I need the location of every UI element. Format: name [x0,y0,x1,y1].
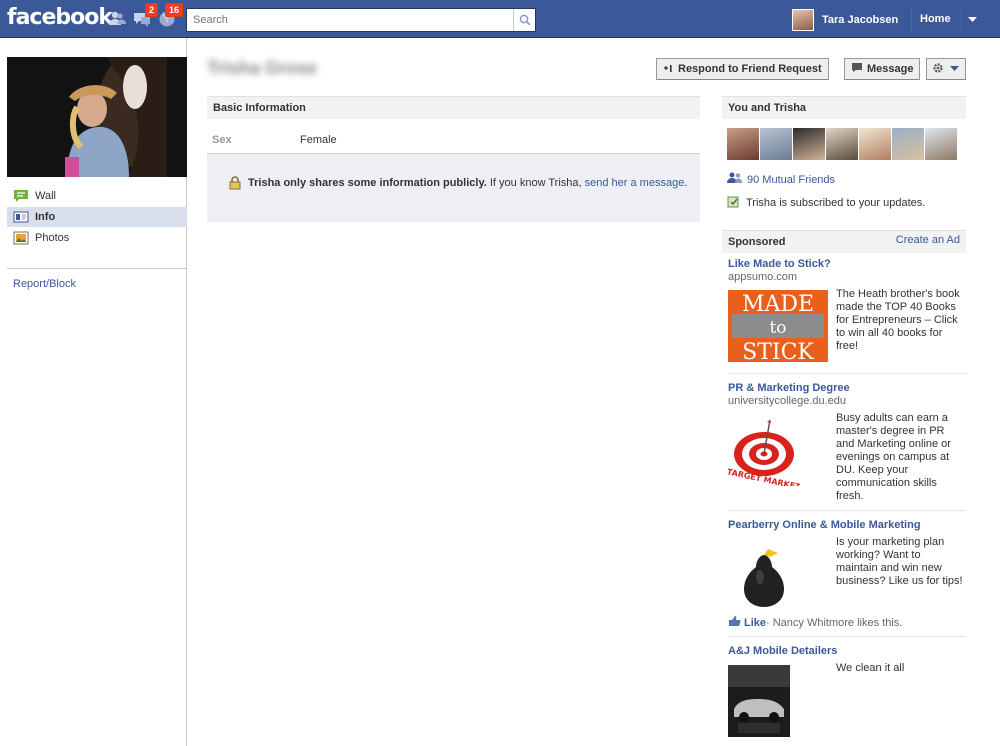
ad-title[interactable]: Like Made to Stick? [728,258,966,270]
info-icon [13,209,29,225]
user-name: Tara Jacobsen [822,14,899,26]
sponsored-label: Sponsored [728,236,786,248]
like-button[interactable]: Like [744,617,766,629]
ad-image-text: STICK [742,340,814,362]
search-button[interactable] [513,9,535,31]
friend-thumbnail[interactable] [925,128,957,160]
messages-icon[interactable]: 2 [132,3,158,29]
sex-value: Female [300,134,337,146]
friend-thumbnail[interactable] [859,128,891,160]
mutual-friends-link[interactable]: 90 Mutual Friends [747,174,835,186]
privacy-notice-bold: Trisha only shares some information publ… [248,177,487,189]
settings-dropdown-button[interactable] [926,58,966,80]
you-and-trisha-header: You and Trisha [722,96,966,119]
friend-thumbnail[interactable] [793,128,825,160]
divider [728,636,966,637]
ad-body: Busy adults can earn a master's degree i… [836,412,951,502]
friend-thumbnail[interactable] [760,128,792,160]
ad-domain: appsumo.com [728,271,798,283]
top-navigation-bar: facebook 2 16 Tara Jacobsen Home [0,0,1000,38]
chevron-down-icon [950,63,959,75]
sidebar-item-wall[interactable]: Wall [7,186,187,206]
ad-body: We clean it all [836,662,905,674]
message-button[interactable]: Message [844,58,921,80]
profile-picture[interactable] [7,57,187,177]
home-link[interactable]: Home [920,13,951,25]
ad-pr-marketing-degree[interactable]: PR & Marketing Degree universitycollege.… [726,382,966,512]
friend-requests-icon[interactable] [107,9,127,29]
message-icon [851,62,863,76]
divider [7,268,187,269]
friend-thumbnail[interactable] [826,128,858,160]
ad-made-to-stick[interactable]: Like Made to Stick? appsumo.com MADE to … [728,258,966,370]
page-title: Trisha Grose [207,58,318,78]
respond-to-friend-request-button[interactable]: Respond to Friend Request [656,58,829,80]
ad-image-text: MADE [742,292,814,317]
respond-button-label: Respond to Friend Request [678,63,822,75]
gear-icon [932,62,944,77]
divider [911,8,912,32]
sex-label: Sex [212,134,232,146]
create-an-ad-link[interactable]: Create an Ad [896,234,960,246]
ad-body: The Heath brother's book made the TOP 40… [836,288,960,352]
ad-aj-mobile-detailers[interactable]: A&J Mobile Detailers We clean it all [728,645,966,746]
like-social-context: · Nancy Whitmore likes this. [766,616,903,629]
divider [728,510,966,511]
subscribe-icon [727,194,741,211]
privacy-notice-end: . [684,177,688,189]
basic-information-header: Basic Information [207,96,700,119]
notifications-globe-icon[interactable]: 16 [157,3,183,29]
ad-body: Is your marketing plan working? Want to … [836,536,963,587]
divider [728,373,966,374]
user-profile-link[interactable]: Tara Jacobsen [792,9,898,31]
mutual-friends-thumbnails [727,128,958,160]
sidebar-item-label: Info [35,211,56,223]
sidebar-item-label: Wall [35,190,56,202]
ad-image-text: to [769,318,786,338]
privacy-notice-text: If you know Trisha, [486,177,585,189]
ad-title[interactable]: Pearberry Online & Mobile Marketing [728,519,966,531]
report-block-link[interactable]: Report/Block [13,278,76,290]
avatar [792,9,814,31]
search-icon [519,14,530,26]
ad-image-pearberry[interactable] [728,539,800,611]
facebook-logo[interactable]: facebook [7,5,113,30]
ad-domain: universitycollege.du.edu [728,395,847,407]
friend-thumbnail[interactable] [727,128,759,160]
search-input[interactable] [187,9,513,31]
sidebar-item-photos[interactable]: Photos [7,228,187,248]
ad-image-car-detailing[interactable] [728,665,790,737]
ad-title[interactable]: PR & Marketing Degree [728,382,966,394]
ad-pearberry[interactable]: Pearberry Online & Mobile Marketing Is y… [728,519,966,611]
ad-image-made-to-stick[interactable]: MADE to STICK [728,290,828,365]
sidebar-item-info[interactable]: Info [7,207,187,227]
ad-like-line: Like · Nancy Whitmore likes this. [728,615,902,630]
subscription-text: Trisha is subscribed to your updates. [746,196,926,209]
thumbs-up-icon[interactable] [728,615,741,630]
search-box [186,8,536,32]
left-sidebar: Wall Info Photos Report/Block [0,38,187,746]
account-menu-chevron-down-icon[interactable] [962,11,982,29]
lock-icon [227,176,243,193]
friends-icon [727,172,743,187]
send-message-link[interactable]: send her a message [585,177,685,189]
privacy-notice: Trisha only shares some information publ… [207,153,700,222]
ad-title[interactable]: A&J Mobile Detailers [728,645,966,657]
photos-icon [13,230,29,246]
subscription-status: Trisha is subscribed to your updates. [727,194,925,211]
mutual-friends-row[interactable]: 90 Mutual Friends [727,172,835,187]
friend-thumbnail[interactable] [892,128,924,160]
sidebar-item-label: Photos [35,232,70,244]
message-button-label: Message [867,63,914,75]
ad-image-target[interactable]: TARGET MARKET [726,414,802,492]
add-friend-icon [663,63,674,76]
notifications-badge: 16 [164,3,183,17]
wall-icon [13,188,29,204]
